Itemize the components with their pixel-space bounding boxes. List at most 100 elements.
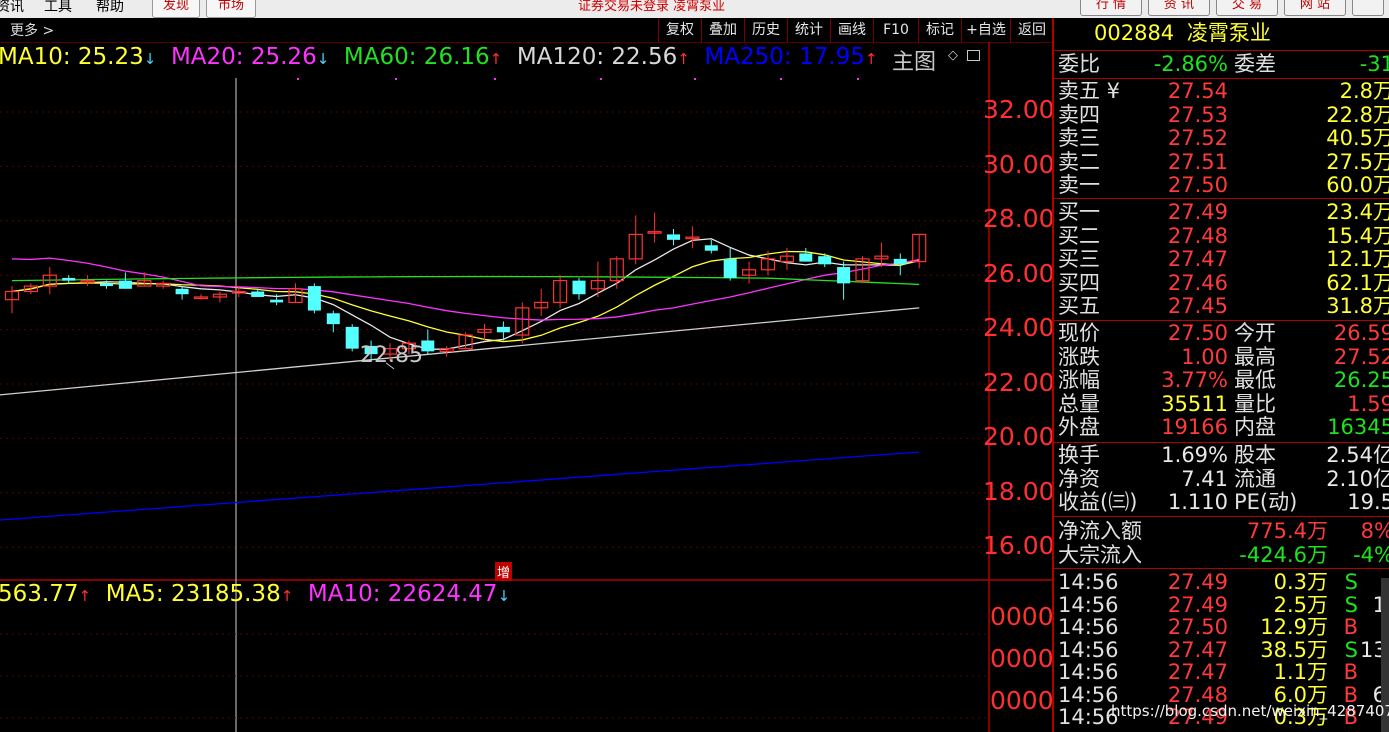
candle-body <box>100 283 113 287</box>
ask-label: 卖一 <box>1058 173 1100 197</box>
bid-row[interactable]: 买一 27.49 23.4万 <box>1058 201 1389 224</box>
ask-row[interactable]: 卖四 27.53 22.8万 <box>1058 103 1389 127</box>
tick-row[interactable]: 14:56 27.47 38.5万 S 13 <box>1058 637 1389 662</box>
menu-tools[interactable]: 工具 <box>44 0 72 18</box>
menu-news[interactable]: 资讯 <box>0 0 24 18</box>
volume-tick-2: 0000 <box>990 644 1054 673</box>
order-ratio-row: 委比 -2.86% 委差 -31 <box>1058 53 1389 76</box>
ask-row[interactable]: 卖二 27.51 27.5万 <box>1058 149 1389 174</box>
fundamental-row[interactable]: 收益(㈢) 1.110 PE(动) 19.5 <box>1058 491 1389 514</box>
kline-chart[interactable] <box>0 42 1052 732</box>
flow-pct: 8% <box>1360 519 1389 543</box>
quote-value-2: 27.52 <box>1333 344 1389 369</box>
volume-current-label: 563.77 <box>0 581 79 607</box>
ma20-arrow: ↓ <box>316 50 330 68</box>
main-chart-label[interactable]: 主图 <box>892 44 936 76</box>
watermark: https://blog.csdn.net/weixin_42874072 <box>1111 702 1389 720</box>
bid-row[interactable]: 买三 27.47 12.1万 <box>1058 248 1389 271</box>
info-button[interactable]: 资 讯 <box>1148 0 1210 16</box>
candle-body <box>723 258 737 278</box>
discover-button[interactable]: 发现 <box>152 0 200 18</box>
quotes-button[interactable]: 行 情 <box>1080 0 1142 16</box>
tab-statistics[interactable]: 统计 <box>787 18 830 42</box>
quote-value-2: 16345 <box>1327 415 1389 439</box>
bid-price: 27.47 <box>1167 247 1228 271</box>
stock-code: 002884 <box>1094 21 1175 45</box>
bid-row[interactable]: 买五 27.45 31.8万 <box>1058 295 1389 318</box>
low-price-annotation: 22.85 <box>360 343 423 368</box>
ask-label: 卖二 <box>1058 149 1100 174</box>
fund-value: 1.69% <box>1161 443 1228 467</box>
bid-row[interactable]: 买二 27.48 15.4万 <box>1058 223 1389 248</box>
quote-label-2: 今开 <box>1234 321 1276 345</box>
price-tick: 22.00 <box>983 367 1055 397</box>
quote-label: 涨跌 <box>1058 344 1100 369</box>
fundamental-row[interactable]: 净资 7.41 流通 2.10亿 <box>1058 467 1389 491</box>
ask-price: 27.52 <box>1167 126 1228 150</box>
flow-row[interactable]: 大宗流入 -424.6万 -4% <box>1058 542 1389 567</box>
bid-label: 买五 <box>1058 294 1100 318</box>
tab-mark[interactable]: 标记 <box>918 18 961 42</box>
ask-volume: 60.0万 <box>1326 173 1389 197</box>
bid-row[interactable]: 买四 27.46 62.1万 <box>1058 271 1389 295</box>
tick-side: S <box>1344 637 1358 662</box>
tick-row[interactable]: 14:56 27.50 12.9万 B <box>1058 616 1389 639</box>
bid-label: 买二 <box>1058 223 1100 248</box>
quote-row[interactable]: 涨跌 1.00 最高 27.52 <box>1058 344 1389 369</box>
tick-side: S <box>1344 592 1358 617</box>
ma10-arrow: ↓ <box>143 50 157 68</box>
quote-row[interactable]: 现价 27.50 今开 26.59 <box>1058 322 1389 345</box>
candle-body <box>345 326 359 349</box>
window-icon[interactable] <box>967 50 980 61</box>
window-control[interactable] <box>1352 0 1384 16</box>
legend-dot <box>694 78 696 80</box>
event-marker[interactable]: 增 <box>495 562 513 581</box>
ask-row[interactable]: 卖三 27.52 40.5万 <box>1058 127 1389 150</box>
tick-row[interactable]: 14:56 27.49 2.5万 S 1 <box>1058 592 1389 617</box>
tab-back[interactable]: 返回 <box>1010 18 1053 42</box>
tab-restore-rights[interactable]: 复权 <box>658 18 701 42</box>
tick-volume: 0.3万 <box>1273 570 1328 594</box>
ask-price: 27.51 <box>1167 149 1228 174</box>
candle-body <box>62 277 76 281</box>
quote-row[interactable]: 总量 35511 量比 1.59 <box>1058 392 1389 416</box>
ask-row[interactable]: 卖一 27.50 60.0万 <box>1058 174 1389 197</box>
bid-label: 买三 <box>1058 247 1100 271</box>
flow-value: -424.6万 <box>1239 542 1328 567</box>
tick-row[interactable]: 14:56 27.49 0.3万 S <box>1058 571 1389 594</box>
quote-value-2: 26.25 <box>1333 368 1389 392</box>
tick-time: 14:56 <box>1058 570 1119 594</box>
trade-button[interactable]: 交 易 <box>1216 0 1278 16</box>
tab-history[interactable]: 历史 <box>744 18 787 42</box>
tick-price: 27.49 <box>1167 570 1228 594</box>
ask-row[interactable]: 卖五 ¥ 27.54 2.8万 <box>1058 80 1389 103</box>
tab-draw-line[interactable]: 画线 <box>830 18 873 42</box>
flow-row[interactable]: 净流入额 775.4万 8% <box>1058 520 1389 543</box>
price-tick: 24.00 <box>983 313 1055 342</box>
market-button[interactable]: 市场 <box>206 0 256 18</box>
tick-side: S <box>1344 570 1358 594</box>
more-button[interactable]: 更多 > <box>10 20 54 40</box>
tick-price: 27.47 <box>1167 637 1228 662</box>
price-tick: 20.00 <box>983 422 1055 451</box>
tick-time: 14:56 <box>1058 615 1119 639</box>
fundamental-row[interactable]: 换手 1.69% 股本 2.54亿 <box>1058 444 1389 467</box>
tab-add-watchlist[interactable]: +自选 <box>961 18 1010 42</box>
ma20-line <box>11 257 920 321</box>
volume-ma5-arrow: ↑ <box>280 587 294 605</box>
ma120-line <box>0 307 920 396</box>
flow-label: 大宗流入 <box>1058 542 1142 567</box>
quote-label: 外盘 <box>1058 415 1100 439</box>
menu-help[interactable]: 帮助 <box>96 0 124 18</box>
candle-body <box>326 313 340 325</box>
quote-row[interactable]: 涨幅 3.77% 最低 26.25 <box>1058 369 1389 392</box>
tick-row[interactable]: 14:56 27.47 1.1万 B <box>1058 661 1389 684</box>
website-button[interactable]: 网 站 <box>1284 0 1346 16</box>
tab-f10[interactable]: F10 <box>873 18 918 42</box>
menu-bar: 资讯 工具 帮助 发现 市场 证券交易未登录 凌霄泵业 行 情 资 讯 交 易 … <box>0 0 1389 19</box>
diamond-icon[interactable]: ◇ <box>948 48 958 63</box>
quote-row[interactable]: 外盘 19166 内盘 16345 <box>1058 416 1389 439</box>
tab-overlay[interactable]: 叠加 <box>701 18 744 42</box>
tick-time: 14:56 <box>1058 637 1119 662</box>
ask-volume: 27.5万 <box>1326 149 1389 174</box>
